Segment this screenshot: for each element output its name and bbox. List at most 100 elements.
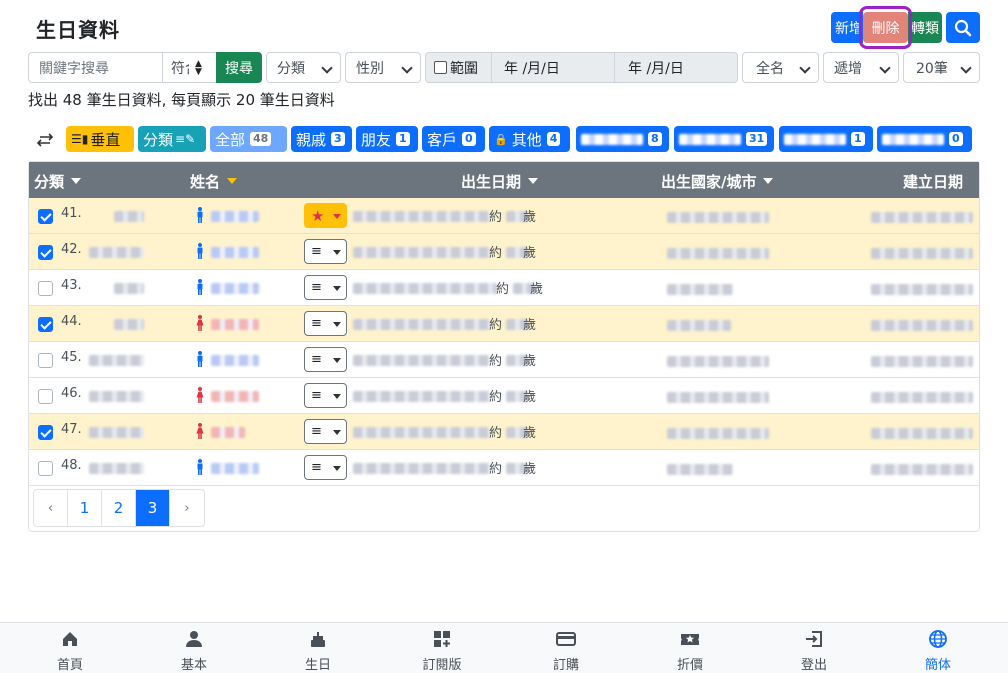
blurred-label [882,133,944,145]
classify-mode-button[interactable]: 分類 ≡✎ [138,126,206,152]
category-select[interactable]: 分類 [266,52,341,83]
vertical-bars-icon: ☰▮ [71,132,89,146]
chip-friends[interactable]: 朋友 1 [356,126,418,152]
row-action-menu[interactable]: ≡ [304,383,347,408]
gender-select[interactable]: 性別 [345,52,421,83]
table-row[interactable]: 41. ★ 約 歲 [29,198,979,234]
approx-label: 約 [489,462,503,477]
row-number: 42. [61,242,82,257]
blurred-name[interactable] [211,391,259,402]
vertical-layout-button[interactable]: ☰▮ 垂直 [66,126,134,152]
col-birthplace-header[interactable]: 出生國家/城市 [661,171,774,192]
reclassify-button[interactable]: 轉類 [908,12,942,43]
name-mode-select[interactable]: 全名 [742,52,819,83]
table-row[interactable]: 46. ≡ 約 歲 [29,378,979,414]
nav-item-label: 訂閱版 [422,658,462,673]
match-mode-select[interactable]: 符合▲▼ [162,52,217,83]
page-prev[interactable]: ‹ [34,490,68,526]
nav-item-label: 生日 [304,658,331,673]
row-checkbox[interactable] [38,245,53,260]
row-action-menu[interactable]: ★ [304,203,347,228]
nav-item-1[interactable]: 基本 [154,629,234,673]
row-checkbox[interactable] [38,425,53,440]
row-action-menu[interactable]: ≡ [304,455,347,480]
keyword-search-input[interactable]: 關鍵字搜尋 [28,52,163,83]
table-row[interactable]: 42. ≡ 約 歲 [29,234,979,270]
nav-item-7[interactable]: 簡体 [898,629,978,673]
chip-private-1[interactable]: 8 [576,126,669,152]
page-next[interactable]: › [170,490,204,526]
chip-clients[interactable]: 客戶 0 [422,126,485,152]
blurred-birthplace [667,392,769,403]
row-checkbox[interactable] [38,461,53,476]
date-to-input[interactable]: 年 /月/日 [614,52,738,83]
nav-item-6[interactable]: 登出 [774,629,854,673]
sort-order-select[interactable]: 遞增 [823,52,899,83]
page-size-select[interactable]: 20筆 [903,52,980,83]
col-birthdate-header[interactable]: 出生日期 [461,171,539,192]
row-checkbox[interactable] [38,389,53,404]
page-3[interactable]: 3 [136,490,170,526]
date-from-input[interactable]: 年 /月/日 [491,52,615,83]
chip-all[interactable]: 全部 48 [210,126,287,152]
range-toggle[interactable]: 範圍 [425,52,492,83]
blurred-name[interactable] [211,463,259,474]
chip-private-2[interactable]: 31 [674,126,774,152]
nav-item-3[interactable]: 訂閱版 [402,629,482,673]
table-row[interactable]: 48. ≡ 約 歲 [29,450,979,486]
nav-item-0[interactable]: 首頁 [30,629,110,673]
chip-private-3[interactable]: 1 [779,126,873,152]
blurred-name[interactable] [211,355,259,366]
blurred-label [581,133,643,145]
credit-card-icon [556,632,576,646]
lock-icon: 🔒 [494,132,508,146]
nav-item-4[interactable]: 訂購 [526,629,606,673]
nav-item-2[interactable]: 生日 [278,629,358,673]
blurred-name[interactable] [211,319,259,330]
blurred-name[interactable] [211,427,245,438]
blurred-category [89,355,144,366]
swap-arrows-icon[interactable] [36,132,54,148]
row-checkbox[interactable] [38,209,53,224]
row-checkbox[interactable] [38,353,53,368]
male-icon [197,279,203,295]
chip-private-4[interactable]: 0 [877,126,972,152]
nav-item-label: 簡体 [924,658,951,673]
nav-item-5[interactable]: 折價 [650,629,730,673]
col-created-header[interactable]: 建立日期 [903,171,963,192]
search-toggle-button[interactable] [946,12,980,43]
col-name-header[interactable]: 姓名 [190,171,238,192]
blurred-birthplace [667,464,733,475]
chip-relatives[interactable]: 親戚 3 [291,126,352,152]
row-checkbox[interactable] [38,281,53,296]
row-action-menu[interactable]: ≡ [304,419,347,444]
nav-item-label: 基本 [180,658,207,673]
row-action-menu[interactable]: ≡ [304,275,347,300]
table-row[interactable]: 45. ≡ 約 歲 [29,342,979,378]
row-action-menu[interactable]: ≡ [304,239,347,264]
row-number: 46. [61,386,82,401]
page-1[interactable]: 1 [68,490,102,526]
blurred-birthdate [353,247,490,258]
chip-other[interactable]: 🔒 其他 4 [489,126,570,152]
table-row[interactable]: 44. ≡ 約 歲 [29,306,979,342]
blurred-category [89,427,144,438]
page-2[interactable]: 2 [102,490,136,526]
blurred-created-date [871,464,973,475]
table-row[interactable]: 43. ≡ 約 歲 [29,270,979,306]
range-checkbox[interactable] [434,61,447,74]
table-row[interactable]: 47. ≡ 約 歲 [29,414,979,450]
col-category-header[interactable]: 分類 [34,171,82,192]
blurred-birthdate [353,283,497,294]
row-action-menu[interactable]: ≡ [304,347,347,372]
row-number: 41. [61,206,82,221]
blurred-created-date [871,320,973,331]
row-checkbox[interactable] [38,317,53,332]
row-action-menu[interactable]: ≡ [304,311,347,336]
blurred-name[interactable] [211,211,259,222]
blurred-name[interactable] [211,247,259,258]
birthday-table: 分類 姓名 出生日期 出生國家/城市 建立日期 41. ★ 約歲 42. ≡ 約歲 43. ≡… [28,161,980,532]
search-button[interactable]: 搜尋 [216,52,262,83]
approx-label: 約 [489,390,503,405]
blurred-name[interactable] [211,283,259,294]
